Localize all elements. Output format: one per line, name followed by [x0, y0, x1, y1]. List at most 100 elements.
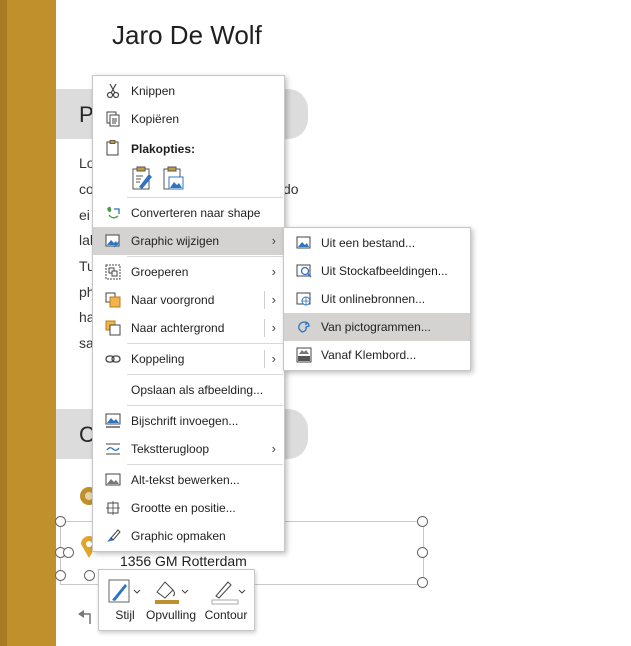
change-graphic-submenu: Uit een bestand... Uit Stockafbeeldingen… — [283, 227, 471, 371]
split-divider — [264, 350, 265, 368]
menu-separator — [127, 464, 283, 465]
body-text-fragment: ei — [79, 207, 90, 223]
submenu-item-from-file[interactable]: Uit een bestand... — [284, 229, 470, 257]
scissors-icon — [106, 83, 120, 99]
menu-item-size-position[interactable]: Grootte en positie... — [93, 494, 284, 522]
menu-item-change-graphic[interactable]: Graphic wijzigen › — [93, 227, 284, 255]
bring-forward-icon — [105, 292, 121, 308]
style-label: Stijl — [115, 608, 135, 622]
menu-item-bring-forward[interactable]: Naar voorgrond › — [93, 286, 284, 314]
paint-bucket-icon — [155, 581, 189, 604]
menu-item-label: Knippen — [131, 84, 176, 98]
style-brush-icon — [108, 579, 141, 603]
resize-handle[interactable] — [417, 577, 428, 588]
paste-as-picture-icon[interactable] — [162, 166, 186, 192]
menu-item-send-backward[interactable]: Naar achtergrond › — [93, 314, 284, 342]
paste-keep-formatting-icon[interactable] — [131, 166, 155, 192]
menu-separator — [127, 343, 283, 344]
send-backward-icon — [105, 320, 121, 336]
menu-item-label: Naar achtergrond — [131, 321, 225, 335]
menu-item-label: Converteren naar shape — [131, 206, 261, 220]
menu-item-label: Koppeling — [131, 352, 185, 366]
wrap-text-icon — [106, 443, 120, 455]
menu-item-cut[interactable]: Knippen — [93, 77, 284, 105]
menu-item-insert-caption[interactable]: Bijschrift invoegen... — [93, 407, 284, 435]
chevron-right-icon: › — [271, 264, 276, 279]
resize-handle[interactable] — [63, 547, 74, 558]
chevron-right-icon: › — [271, 441, 276, 456]
menu-item-label: Alt-tekst bewerken... — [131, 473, 240, 487]
menu-separator — [127, 256, 283, 257]
submenu-item-label: Uit Stockafbeeldingen... — [321, 264, 448, 278]
menu-separator — [127, 197, 283, 198]
menu-item-label: Groeperen — [131, 265, 189, 279]
submenu-item-label: Vanaf Klembord... — [321, 348, 417, 362]
split-divider — [264, 291, 265, 309]
submenu-item-from-online[interactable]: Uit onlinebronnen... — [284, 285, 470, 313]
resize-handle[interactable] — [55, 516, 66, 527]
mini-toolbar: Stijl Opvulling Contour — [98, 569, 255, 631]
from-file-icon — [296, 236, 311, 249]
resize-handle[interactable] — [417, 516, 428, 527]
context-menu: Knippen Kopiëren Plakopties: Converteren… — [92, 75, 285, 552]
outline-pen-icon — [211, 581, 246, 605]
link-icon — [105, 355, 121, 363]
fill-button[interactable]: Opvulling — [143, 574, 199, 626]
submenu-item-label: Uit een bestand... — [321, 236, 416, 250]
address-text[interactable]: 1356 GM Rotterdam — [120, 553, 247, 569]
split-divider — [264, 319, 265, 337]
size-position-icon — [106, 501, 120, 515]
document-side-band — [0, 0, 56, 646]
resize-handle[interactable] — [55, 570, 66, 581]
menu-item-label: Naar voorgrond — [131, 293, 215, 307]
menu-separator — [127, 374, 283, 375]
body-text-fragment: lal — [79, 232, 94, 248]
copy-icon — [106, 111, 120, 127]
menu-item-label: Bijschrift invoegen... — [131, 414, 239, 428]
menu-item-link[interactable]: Koppeling › — [93, 345, 284, 373]
convert-to-shape-icon — [107, 206, 120, 219]
menu-item-label: Graphic opmaken — [131, 529, 226, 543]
menu-item-label: Grootte en positie... — [131, 501, 236, 515]
style-button[interactable]: Stijl — [101, 574, 149, 626]
rotate-handle-icon[interactable] — [74, 606, 96, 628]
chevron-right-icon: › — [271, 320, 276, 335]
stock-images-icon — [296, 264, 312, 278]
menu-item-edit-alt-text[interactable]: Alt-tekst bewerken... — [93, 466, 284, 494]
format-graphic-icon — [107, 529, 121, 542]
chevron-right-icon: › — [271, 351, 276, 366]
clipboard-jpg-icon — [296, 347, 312, 363]
resize-handle[interactable] — [417, 547, 428, 558]
menu-item-wrap-text[interactable]: Tekstterugloop › — [93, 435, 284, 463]
insert-caption-icon — [105, 413, 121, 428]
menu-item-label: Tekstterugloop — [131, 442, 210, 456]
paste-options-label: Plakopties: — [131, 142, 196, 156]
document-side-band-shade — [0, 0, 7, 646]
icons-icon — [298, 321, 310, 333]
chevron-right-icon: › — [271, 292, 276, 307]
menu-item-label: Graphic wijzigen — [131, 234, 220, 248]
change-graphic-icon — [105, 234, 120, 248]
outline-label: Contour — [204, 608, 248, 622]
submenu-item-from-stock[interactable]: Uit Stockafbeeldingen... — [284, 257, 470, 285]
group-icon — [105, 264, 121, 280]
menu-item-format-graphic[interactable]: Graphic opmaken — [93, 522, 284, 550]
online-pictures-icon — [296, 292, 311, 306]
paste-icon — [106, 140, 119, 156]
menu-separator — [127, 405, 283, 406]
body-text-fragment: do — [283, 181, 299, 197]
outline-button[interactable]: Contour — [200, 574, 252, 626]
menu-item-label: Opslaan als afbeelding... — [131, 383, 264, 397]
submenu-item-from-icons[interactable]: Van pictogrammen... — [284, 313, 470, 341]
menu-item-label: Kopiëren — [131, 112, 180, 126]
submenu-item-label: Uit onlinebronnen... — [321, 292, 426, 306]
chevron-right-icon: › — [271, 233, 276, 248]
menu-item-save-as-image[interactable]: Opslaan als afbeelding... — [93, 376, 284, 404]
menu-item-convert-to-shape[interactable]: Converteren naar shape — [93, 199, 284, 227]
resume-name: Jaro De Wolf — [112, 20, 262, 50]
submenu-item-from-clipboard[interactable]: Vanaf Klembord... — [284, 341, 470, 369]
fill-label: Opvulling — [145, 608, 197, 622]
menu-item-group[interactable]: Groeperen › — [93, 258, 284, 286]
menu-item-copy[interactable]: Kopiëren — [93, 105, 284, 133]
alt-text-icon — [105, 473, 121, 486]
